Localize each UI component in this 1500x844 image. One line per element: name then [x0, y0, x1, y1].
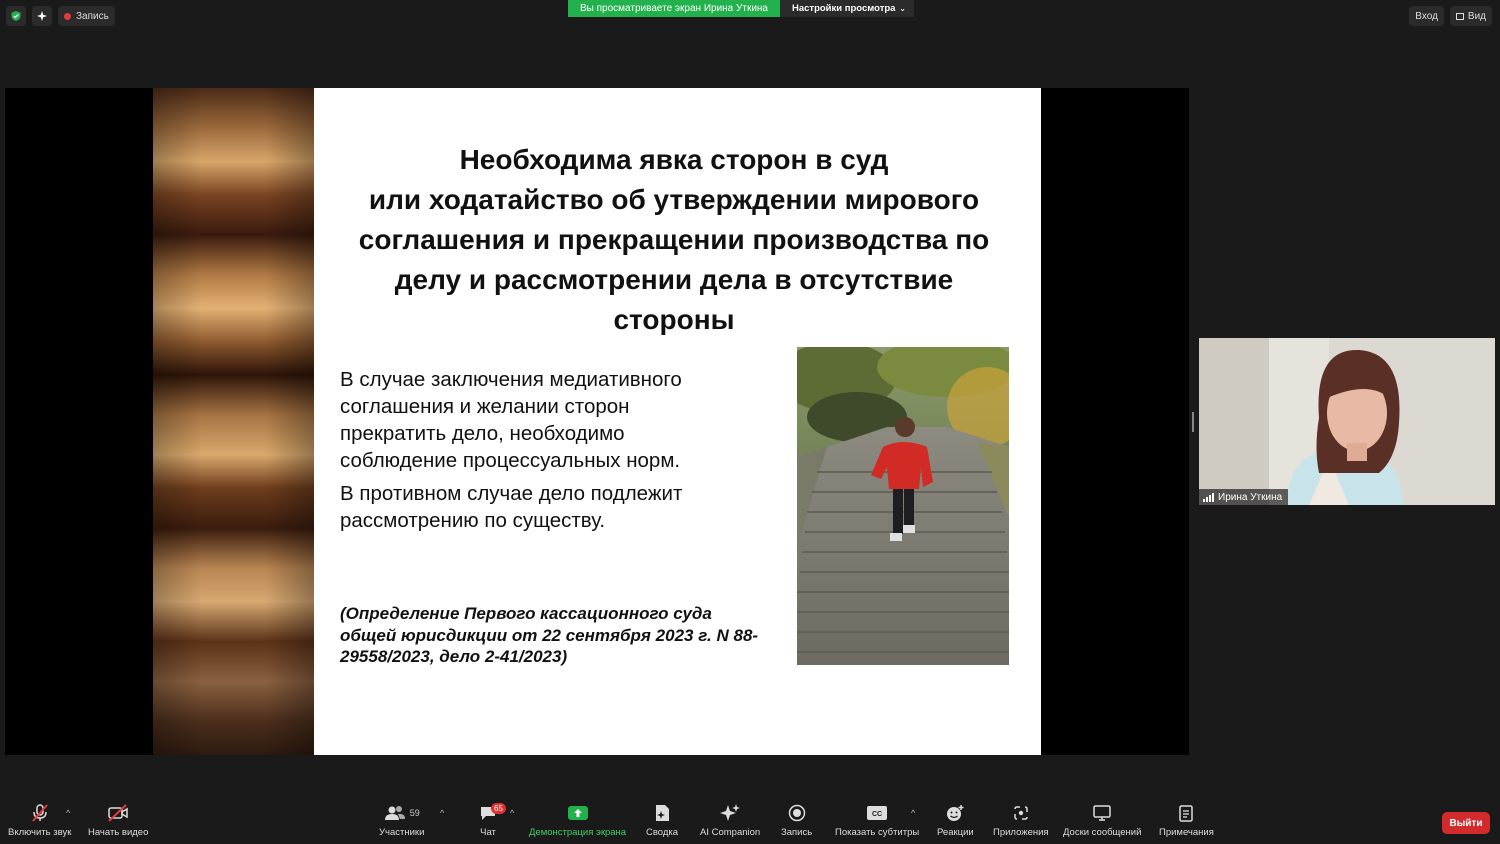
- microphone-muted-icon: [30, 800, 50, 826]
- reactions-label: Реакции: [937, 827, 974, 838]
- participant-video-tile[interactable]: Ирина Уткина: [1199, 338, 1495, 505]
- apps-label: Приложения: [993, 827, 1049, 838]
- whiteboard-icon: [1092, 800, 1112, 826]
- signal-bars-icon: [1203, 492, 1214, 502]
- record-icon: [788, 800, 806, 826]
- audio-options-caret-icon[interactable]: ^: [66, 808, 70, 818]
- reactions-smiley-icon: [945, 800, 965, 826]
- chat-button[interactable]: 65 Чат: [478, 800, 506, 838]
- body-line: соглашения и желании сторон: [340, 395, 630, 418]
- summary-label: Сводка: [646, 827, 679, 838]
- title-line: или ходатайство об утверждении мирового: [368, 184, 980, 215]
- chat-options-caret-icon[interactable]: ^: [510, 808, 514, 818]
- closed-captions-icon: CC: [866, 800, 888, 826]
- slide-decorative-strip: [153, 88, 314, 755]
- enter-label: Вход: [1415, 10, 1438, 22]
- view-button[interactable]: Вид: [1449, 6, 1492, 26]
- body-line: В случае заключения медиативного: [340, 368, 682, 391]
- body-line: прекратить дело, необходимо: [340, 422, 625, 445]
- show-captions-label: Показать субтитры: [835, 827, 920, 838]
- meeting-toolbar: Включить звук ^ Начать видео 59 Участник…: [0, 800, 1500, 844]
- citation-line: (Определение Первого кассационного суда: [340, 604, 712, 623]
- runner-on-stairs-photo: [797, 347, 1009, 665]
- svg-text:CC: CC: [872, 811, 882, 818]
- video-off-icon: [107, 800, 129, 826]
- citation-line: 29558/2023, дело 2-41/2023): [340, 647, 568, 666]
- chat-label: Чат: [480, 827, 496, 838]
- chevron-down-icon: ⌄: [899, 4, 906, 13]
- leave-meeting-button[interactable]: Выйти: [1442, 812, 1490, 834]
- ai-companion-label: AI Companion: [700, 827, 761, 838]
- security-shield-icon[interactable]: [6, 6, 26, 26]
- body-line: рассмотрению по существу.: [340, 509, 606, 532]
- show-captions-button[interactable]: CC Показать субтитры: [835, 800, 919, 838]
- title-line: Необходима явка сторон в суд: [459, 144, 889, 175]
- chat-unread-badge: 65: [491, 803, 506, 814]
- presentation-slide: Необходима явка сторон в суд или ходатай…: [314, 88, 1041, 755]
- participant-name-tag: Ирина Уткина: [1199, 489, 1289, 505]
- participant-video-frame: [1199, 338, 1495, 505]
- summary-icon: [653, 800, 671, 826]
- top-right-controls: Вход Вид: [1409, 6, 1492, 26]
- panel-resize-handle[interactable]: [1192, 412, 1194, 432]
- share-screen-button[interactable]: Демонстрация экрана: [529, 800, 626, 838]
- summary-button[interactable]: Сводка: [646, 800, 678, 838]
- share-screen-icon: [567, 800, 589, 826]
- start-video-label: Начать видео: [88, 827, 149, 838]
- participants-button[interactable]: 59 Участники: [379, 800, 424, 838]
- notes-icon: [1178, 800, 1194, 826]
- title-line: соглашения и прекращении производства по: [358, 224, 990, 255]
- whiteboards-button[interactable]: Доски сообщений: [1063, 800, 1141, 838]
- slide-paragraph-1: В случае заключения медиативного соглаше…: [340, 366, 760, 474]
- recording-indicator[interactable]: Запись: [58, 6, 115, 26]
- unmute-label: Включить звук: [8, 827, 72, 838]
- slide-title: Необходима явка сторон в суд или ходатай…: [334, 140, 1014, 340]
- recording-label: Запись: [76, 10, 109, 22]
- view-label: Вид: [1467, 10, 1486, 22]
- apps-icon: [1012, 800, 1030, 826]
- enter-fullscreen-button[interactable]: Вход: [1409, 6, 1444, 26]
- notes-button[interactable]: Примечания: [1159, 800, 1214, 838]
- chat-icon: 65: [478, 800, 506, 826]
- title-line: стороны: [613, 304, 735, 335]
- participants-icon-wrap: 59: [384, 800, 420, 826]
- share-screen-label: Демонстрация экрана: [529, 827, 627, 838]
- view-settings-label: Настройки просмотра: [792, 3, 896, 14]
- apps-button[interactable]: Приложения: [993, 800, 1049, 838]
- whiteboards-label: Доски сообщений: [1063, 827, 1142, 838]
- top-left-controls: Запись: [6, 6, 115, 26]
- ai-companion-button[interactable]: AI Companion: [700, 800, 760, 838]
- view-settings-dropdown[interactable]: Настройки просмотра ⌄: [780, 0, 914, 17]
- start-video-button[interactable]: Начать видео: [88, 800, 148, 838]
- slide-paragraph-2: В противном случае дело подлежит рассмот…: [340, 480, 760, 534]
- record-button[interactable]: Запись: [781, 800, 812, 838]
- participant-name: Ирина Уткина: [1218, 491, 1283, 503]
- slide-citation: (Определение Первого кассационного суда …: [340, 603, 780, 668]
- ai-sparkle-icon[interactable]: [32, 6, 52, 26]
- body-line: соблюдение процессуальных норм.: [340, 449, 681, 472]
- body-line: В противном случае дело подлежит: [340, 482, 683, 505]
- ai-companion-sparkle-icon: [719, 800, 741, 826]
- title-line: делу и рассмотрении дела в отсутствие: [394, 264, 954, 295]
- unmute-button[interactable]: Включить звук: [8, 800, 71, 838]
- citation-line: общей юрисдикции от 22 сентября 2023 г. …: [340, 625, 759, 645]
- participants-count: 59: [409, 808, 420, 818]
- reactions-button[interactable]: Реакции: [937, 800, 974, 838]
- record-dot-icon: [64, 12, 71, 20]
- notes-label: Примечания: [1159, 827, 1214, 838]
- participants-icon: [384, 806, 405, 820]
- record-label: Запись: [781, 827, 813, 838]
- grid-view-icon: [1455, 12, 1464, 20]
- captions-options-caret-icon[interactable]: ^: [911, 808, 915, 818]
- participants-options-caret-icon[interactable]: ^: [440, 808, 444, 818]
- participants-label: Участники: [379, 827, 425, 838]
- screen-share-banner: Вы просматриваете экран Ирина Уткина: [568, 0, 780, 17]
